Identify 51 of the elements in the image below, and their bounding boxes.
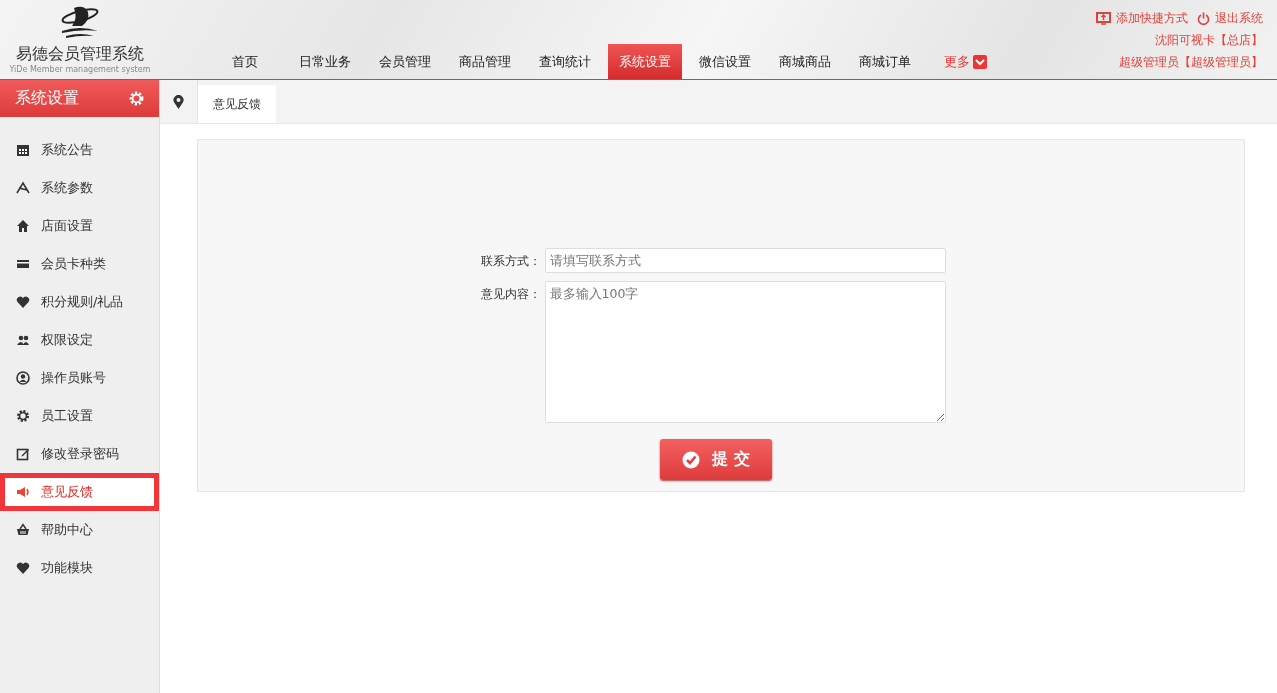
nav-tab[interactable]: 微信设置 xyxy=(688,44,762,79)
store-name: 沈阳可视卡【总店】 xyxy=(1155,32,1263,49)
nav-tab[interactable]: 商城商品 xyxy=(768,44,842,79)
gear-icon xyxy=(129,91,144,106)
card-icon xyxy=(16,257,30,271)
sidebar-item[interactable]: 系统参数 xyxy=(0,169,159,207)
logout-link[interactable]: 退出系统 xyxy=(1197,10,1263,27)
sidebar-title: 系统设置 xyxy=(15,88,79,109)
basket-icon xyxy=(16,523,30,537)
sidebar-item[interactable]: 操作员账号 xyxy=(0,359,159,397)
field-label: 意见内容： xyxy=(480,286,541,303)
sidebar-item[interactable]: 功能模块 xyxy=(0,549,159,587)
edit-icon xyxy=(16,447,30,461)
nav-tab[interactable]: 商品管理 xyxy=(448,44,522,79)
nav-tab[interactable]: 系统设置 xyxy=(608,44,682,79)
submit-button[interactable]: 提 交 xyxy=(660,439,772,480)
nav-tab[interactable]: 日常业务 xyxy=(288,44,362,79)
calendar-icon xyxy=(16,143,30,157)
sidebar-item[interactable]: 意见反馈 xyxy=(0,473,159,511)
users-icon xyxy=(16,333,30,347)
heart-icon xyxy=(16,561,30,575)
heart-icon xyxy=(16,295,30,309)
shortcut-link[interactable]: 添加快捷方式 xyxy=(1096,10,1188,27)
sidebar-item[interactable]: 修改登录密码 xyxy=(0,435,159,473)
sidebar-item[interactable]: 会员卡种类 xyxy=(0,245,159,283)
page-tab[interactable]: 意见反馈 xyxy=(198,85,276,123)
power-icon xyxy=(1197,12,1210,25)
user-role: 超级管理员【超级管理员】 xyxy=(1119,54,1263,71)
sidebar-item[interactable]: 帮助中心 xyxy=(0,511,159,549)
home-icon xyxy=(16,219,30,233)
sidebar-item[interactable]: 权限设定 xyxy=(0,321,159,359)
nav-tab[interactable]: 查询统计 xyxy=(528,44,602,79)
logo-title: 易德会员管理系统 xyxy=(16,44,144,65)
nav-tab[interactable]: 首页 xyxy=(208,44,282,79)
field-label: 联系方式： xyxy=(480,253,541,270)
megaphone-icon xyxy=(16,485,30,499)
monitor-icon xyxy=(1096,12,1111,25)
sidebar-item[interactable]: 员工设置 xyxy=(0,397,159,435)
location-pin-icon xyxy=(173,94,184,109)
nav-tab[interactable]: 商城订单 xyxy=(848,44,922,79)
logo-subtitle: YiDe Member management system xyxy=(9,65,151,74)
chevron-down-icon xyxy=(972,54,987,69)
contact-field[interactable]: 请填写联系方式 xyxy=(544,248,946,273)
sidebar-item[interactable]: 店面设置 xyxy=(0,207,159,245)
gear-icon xyxy=(16,409,30,423)
nav-tab[interactable]: 会员管理 xyxy=(368,44,442,79)
sidebar-item[interactable]: 积分规则/礼品 xyxy=(0,283,159,321)
user-circle-icon xyxy=(16,371,30,385)
check-circle-icon xyxy=(682,450,701,469)
feedback-field[interactable]: 最多输入100字 xyxy=(544,281,946,423)
sidebar-item[interactable]: 系统公告 xyxy=(0,131,159,169)
